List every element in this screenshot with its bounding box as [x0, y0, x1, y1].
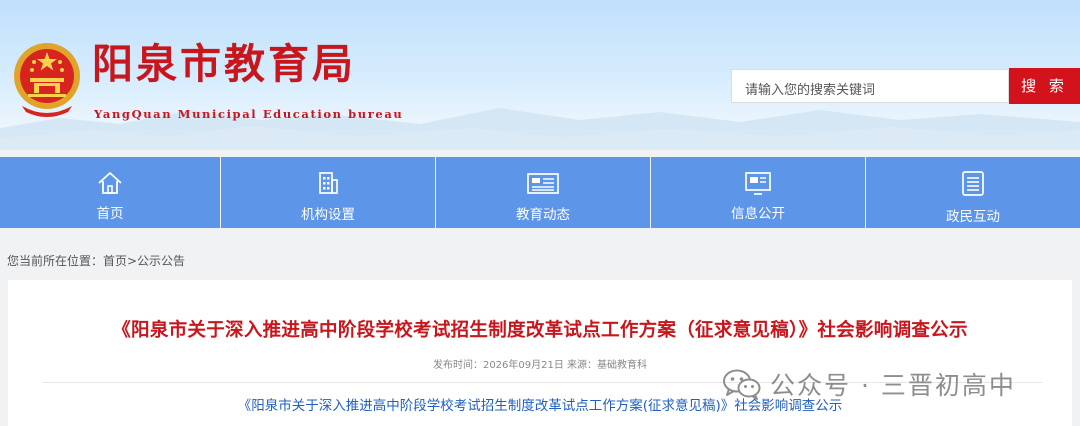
list-icon [962, 171, 984, 196]
article-title: 《阳泉市关于深入推进高中阶段学校考试招生制度改革试点工作方案（征求意见稿）》社会… [112, 320, 968, 341]
nav-label: 首页 [96, 206, 124, 222]
home-icon [98, 172, 122, 194]
site-subtitle: YangQuan Municipal Education bureau [94, 107, 404, 121]
nav-item-education-news[interactable]: 教育动态 [436, 157, 650, 228]
nav-item-organization[interactable]: 机构设置 [221, 157, 435, 228]
nav-label: 信息公开 [731, 206, 785, 222]
nav-label: 教育动态 [516, 207, 570, 223]
main-nav: 首页 机构设置 教育动态 信息公开 政民互动 [0, 157, 1080, 228]
wechat-icon [723, 369, 761, 400]
watermark-text: 公众号 · 三晋初高中 [770, 371, 1016, 400]
watermark: 公众号 · 三晋初高中 [722, 366, 1016, 402]
building-icon [319, 172, 338, 194]
header-banner: 阳泉市教育局 YangQuan Municipal Education bure… [0, 0, 1080, 150]
nav-item-home[interactable]: 首页 [0, 157, 220, 228]
info-board-icon [745, 172, 771, 195]
national-emblem-icon [14, 43, 80, 117]
search-button[interactable]: 搜 索 [1009, 68, 1080, 104]
search-input[interactable]: 请输入您的搜索关键词 [731, 69, 1009, 103]
nav-label: 机构设置 [301, 207, 355, 223]
nav-item-public-interaction[interactable]: 政民互动 [866, 157, 1080, 228]
nav-item-info-disclosure[interactable]: 信息公开 [651, 157, 865, 228]
nav-label: 政民互动 [946, 209, 1000, 225]
site-title: 阳泉市教育局 [92, 40, 356, 88]
newspaper-icon [527, 173, 559, 194]
breadcrumb[interactable]: 您当前所在位置：首页>公示公告 [7, 252, 185, 269]
article-panel: 《阳泉市关于深入推进高中阶段学校考试招生制度改革试点工作方案（征求意见稿）》社会… [8, 280, 1072, 426]
